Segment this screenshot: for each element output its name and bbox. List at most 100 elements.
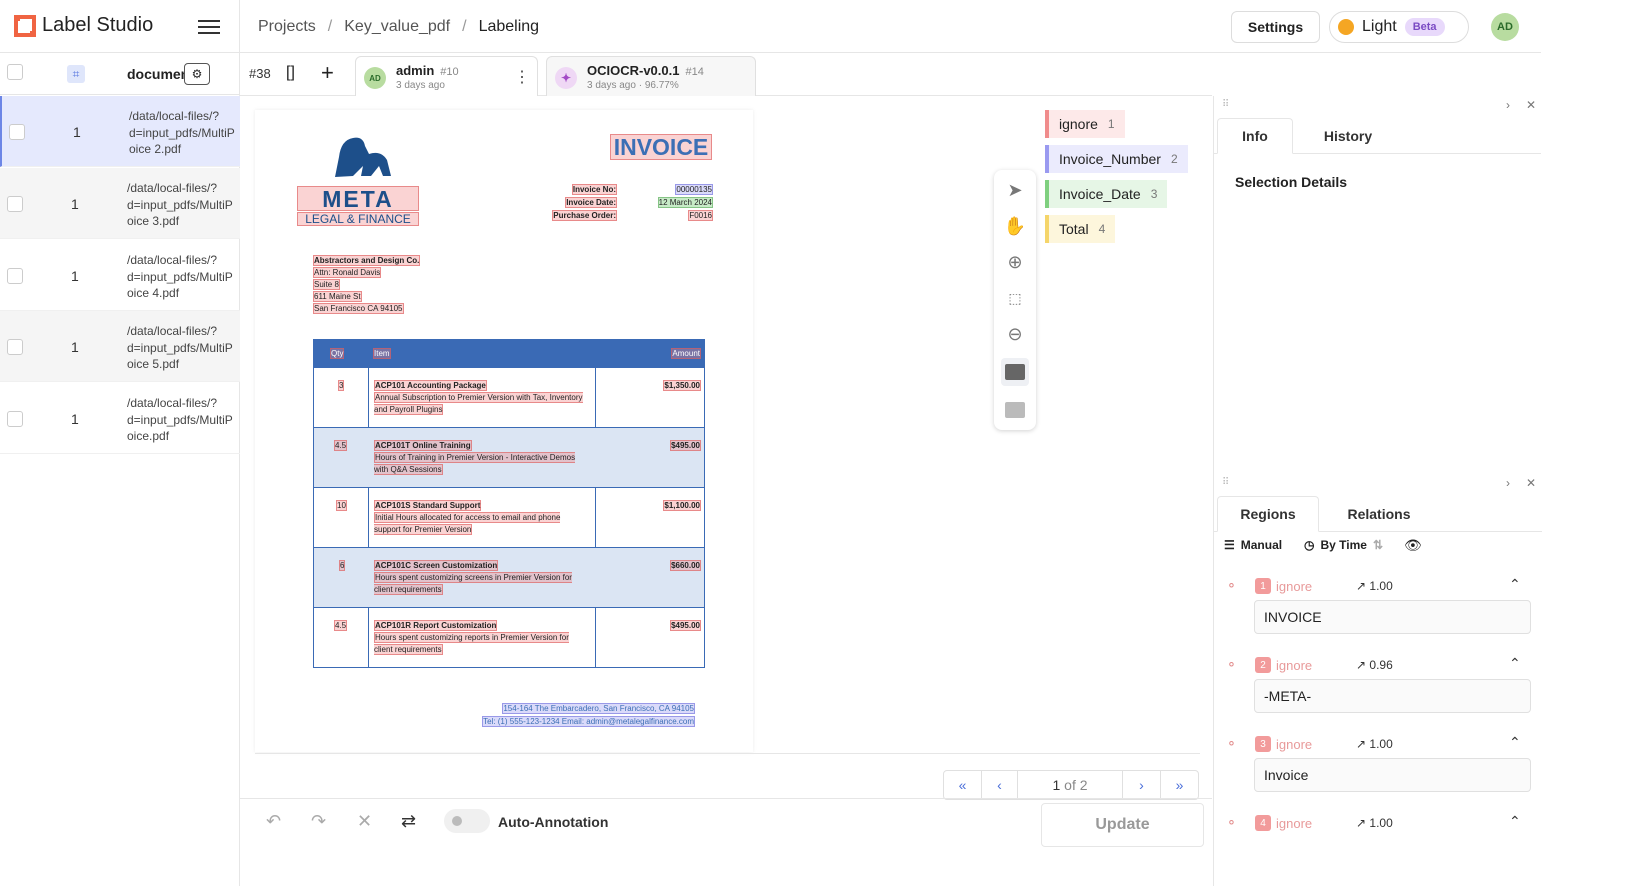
- eye-icon[interactable]: 👁: [1404, 537, 1422, 554]
- theme-toggle[interactable]: Light Beta: [1329, 11, 1469, 43]
- footer-contact: Tel: (1) 555-123-1234 Email: admin@metal…: [482, 716, 695, 727]
- fit-icon[interactable]: ⬚: [1001, 284, 1029, 312]
- brand-name: META: [297, 186, 419, 211]
- task-row[interactable]: 1 /data/local-files/? d=input_pdfs/Multi…: [0, 240, 240, 311]
- column-header-document[interactable]: documen: [127, 66, 185, 82]
- hand-icon[interactable]: ✋: [1001, 212, 1029, 240]
- auto-annotation-toggle[interactable]: [444, 809, 490, 833]
- label-name: Total: [1059, 221, 1089, 237]
- chevron-up-icon[interactable]: ⌃: [1509, 655, 1521, 672]
- more-options-icon[interactable]: ⋮: [514, 67, 530, 87]
- close-panel-icon[interactable]: ✕: [1526, 98, 1536, 112]
- region-item[interactable]: ⚬ 4 ignore ↗ 1.00 ⌃: [1214, 811, 1542, 886]
- region-item[interactable]: ⚬ 2 ignore ↗ 0.96 ⌃ -META-: [1214, 653, 1542, 723]
- invoice-number-value: 00000135: [675, 184, 713, 195]
- tab-relations[interactable]: Relations: [1319, 496, 1439, 532]
- region-item[interactable]: ⚬ 3 ignore ↗ 1.00 ⌃ Invoice: [1214, 732, 1542, 802]
- task-row[interactable]: 1 /data/local-files/? d=input_pdfs/Multi…: [0, 311, 240, 382]
- list-icon: ☰: [1224, 538, 1235, 552]
- next-page-icon[interactable]: ›: [1123, 770, 1161, 800]
- page-indicator[interactable]: 1 of 2: [1018, 770, 1123, 800]
- region-item[interactable]: ⚬ 1 ignore ↗ 1.00 ⌃ INVOICE: [1214, 574, 1542, 644]
- purchase-order-value: F0016: [688, 210, 713, 221]
- undo-icon[interactable]: ↶: [266, 811, 281, 832]
- redo-icon[interactable]: ↷: [311, 811, 326, 832]
- zoom-out-icon[interactable]: ⊖: [1001, 320, 1029, 348]
- first-page-icon[interactable]: «: [944, 770, 982, 800]
- table-row: 3 ACP101 Accounting Package Annual Subscr…: [314, 368, 704, 428]
- collapse-icon[interactable]: ›: [1506, 476, 1510, 490]
- menu-icon[interactable]: [198, 16, 220, 36]
- breadcrumb-project[interactable]: Key_value_pdf: [344, 18, 450, 36]
- item-name: ACP101T Online Training: [374, 440, 472, 451]
- annotation-tab-prediction[interactable]: ✦ OCIOCR-v0.0.1 #14 3 days ago · 96.77%: [546, 56, 756, 96]
- logo[interactable]: Label Studio: [14, 14, 153, 37]
- item-description: Annual Subscription to Premier Version w…: [374, 392, 583, 415]
- auto-rectangle-icon[interactable]: [1001, 396, 1029, 424]
- zoom-in-icon[interactable]: ⊕: [1001, 248, 1029, 276]
- chevron-up-icon[interactable]: ⌃: [1509, 734, 1521, 751]
- document-page[interactable]: META LEGAL & FINANCE INVOICE Invoice No:…: [255, 110, 753, 752]
- sort-manual[interactable]: ☰ Manual: [1224, 538, 1282, 552]
- task-row[interactable]: 1 /data/local-files/? d=input_pdfs/Multi…: [0, 383, 240, 454]
- close-panel-icon[interactable]: ✕: [1526, 476, 1536, 490]
- tab-info[interactable]: Info: [1217, 118, 1293, 154]
- region-text[interactable]: Invoice: [1254, 758, 1531, 792]
- swap-icon[interactable]: ⇄: [401, 811, 416, 832]
- breadcrumb-projects[interactable]: Projects: [258, 18, 316, 36]
- item-description: Hours of Training in Premier Version - I…: [374, 452, 576, 475]
- row-checkbox[interactable]: [9, 124, 25, 140]
- region-index: 1: [1255, 578, 1271, 594]
- label-invoice-number[interactable]: Invoice_Number 2: [1045, 145, 1188, 173]
- add-annotation-icon[interactable]: +: [321, 60, 334, 86]
- row-checkbox[interactable]: [7, 339, 23, 355]
- region-tree-icon: ⚬: [1226, 657, 1237, 672]
- sort-order-icon[interactable]: ⇅: [1373, 538, 1383, 552]
- item-description: Hours spent customizing reports in Premi…: [374, 632, 569, 655]
- label-ignore[interactable]: ignore 1: [1045, 110, 1125, 138]
- selection-details-heading: Selection Details: [1235, 174, 1348, 190]
- annotation-tab-admin[interactable]: AD admin #10 3 days ago ⋮: [355, 56, 538, 96]
- qty-cell: 6: [339, 560, 346, 571]
- row-checkbox[interactable]: [7, 268, 23, 284]
- label-total[interactable]: Total 4: [1045, 215, 1116, 243]
- label-invoice-date[interactable]: Invoice_Date 3: [1045, 180, 1168, 208]
- annotation-time: 3 days ago: [396, 80, 445, 91]
- panel-drag-handle[interactable]: ⠿ › ✕: [1214, 96, 1541, 118]
- row-checkbox[interactable]: [7, 196, 23, 212]
- tab-regions[interactable]: Regions: [1217, 496, 1319, 532]
- chevron-up-icon[interactable]: ⌃: [1509, 576, 1521, 593]
- column-settings-icon[interactable]: ⚙: [184, 63, 210, 85]
- rectangle-tool-icon[interactable]: [1001, 358, 1029, 386]
- current-page[interactable]: 1: [1052, 777, 1060, 793]
- collapse-icon[interactable]: ›: [1506, 98, 1510, 112]
- task-row[interactable]: 1 /data/local-files/? d=input_pdfs/Multi…: [0, 168, 240, 239]
- settings-button[interactable]: Settings: [1231, 11, 1320, 43]
- region-tree-icon: ⚬: [1226, 736, 1237, 751]
- reset-icon[interactable]: ✕: [357, 811, 372, 832]
- user-avatar[interactable]: AD: [1491, 13, 1519, 41]
- info-tabs: Info History: [1214, 118, 1541, 154]
- id-column-icon[interactable]: ⌗: [67, 65, 85, 83]
- prev-page-icon[interactable]: ‹: [982, 770, 1018, 800]
- panel-drag-handle[interactable]: ⠿ › ✕: [1214, 474, 1542, 496]
- row-checkbox[interactable]: [7, 411, 23, 427]
- region-text[interactable]: -META-: [1254, 679, 1531, 713]
- regions-tabs: Regions Relations: [1214, 496, 1542, 532]
- prediction-avatar: ✦: [555, 67, 577, 89]
- task-row[interactable]: 1 /data/local-files/? d=input_pdfs/Multi…: [0, 96, 240, 167]
- breadcrumb: Projects / Key_value_pdf / Labeling: [258, 18, 540, 36]
- sort-by-time[interactable]: ◷ By Time ⇅: [1304, 538, 1383, 552]
- region-label: ignore: [1276, 737, 1313, 752]
- last-page-icon[interactable]: »: [1161, 770, 1198, 800]
- split-view-icon[interactable]: []: [286, 64, 295, 82]
- model-name: OCIOCR-v0.0.1: [587, 63, 680, 78]
- cursor-icon[interactable]: ➤: [1001, 176, 1029, 204]
- column-header-qty: Qty: [330, 348, 345, 359]
- chevron-up-icon[interactable]: ⌃: [1509, 813, 1521, 830]
- qty-cell: 4.5: [334, 440, 348, 451]
- tab-history[interactable]: History: [1293, 118, 1403, 154]
- select-all-checkbox[interactable]: [7, 64, 23, 80]
- region-text[interactable]: INVOICE: [1254, 600, 1531, 634]
- update-button[interactable]: Update: [1041, 803, 1204, 847]
